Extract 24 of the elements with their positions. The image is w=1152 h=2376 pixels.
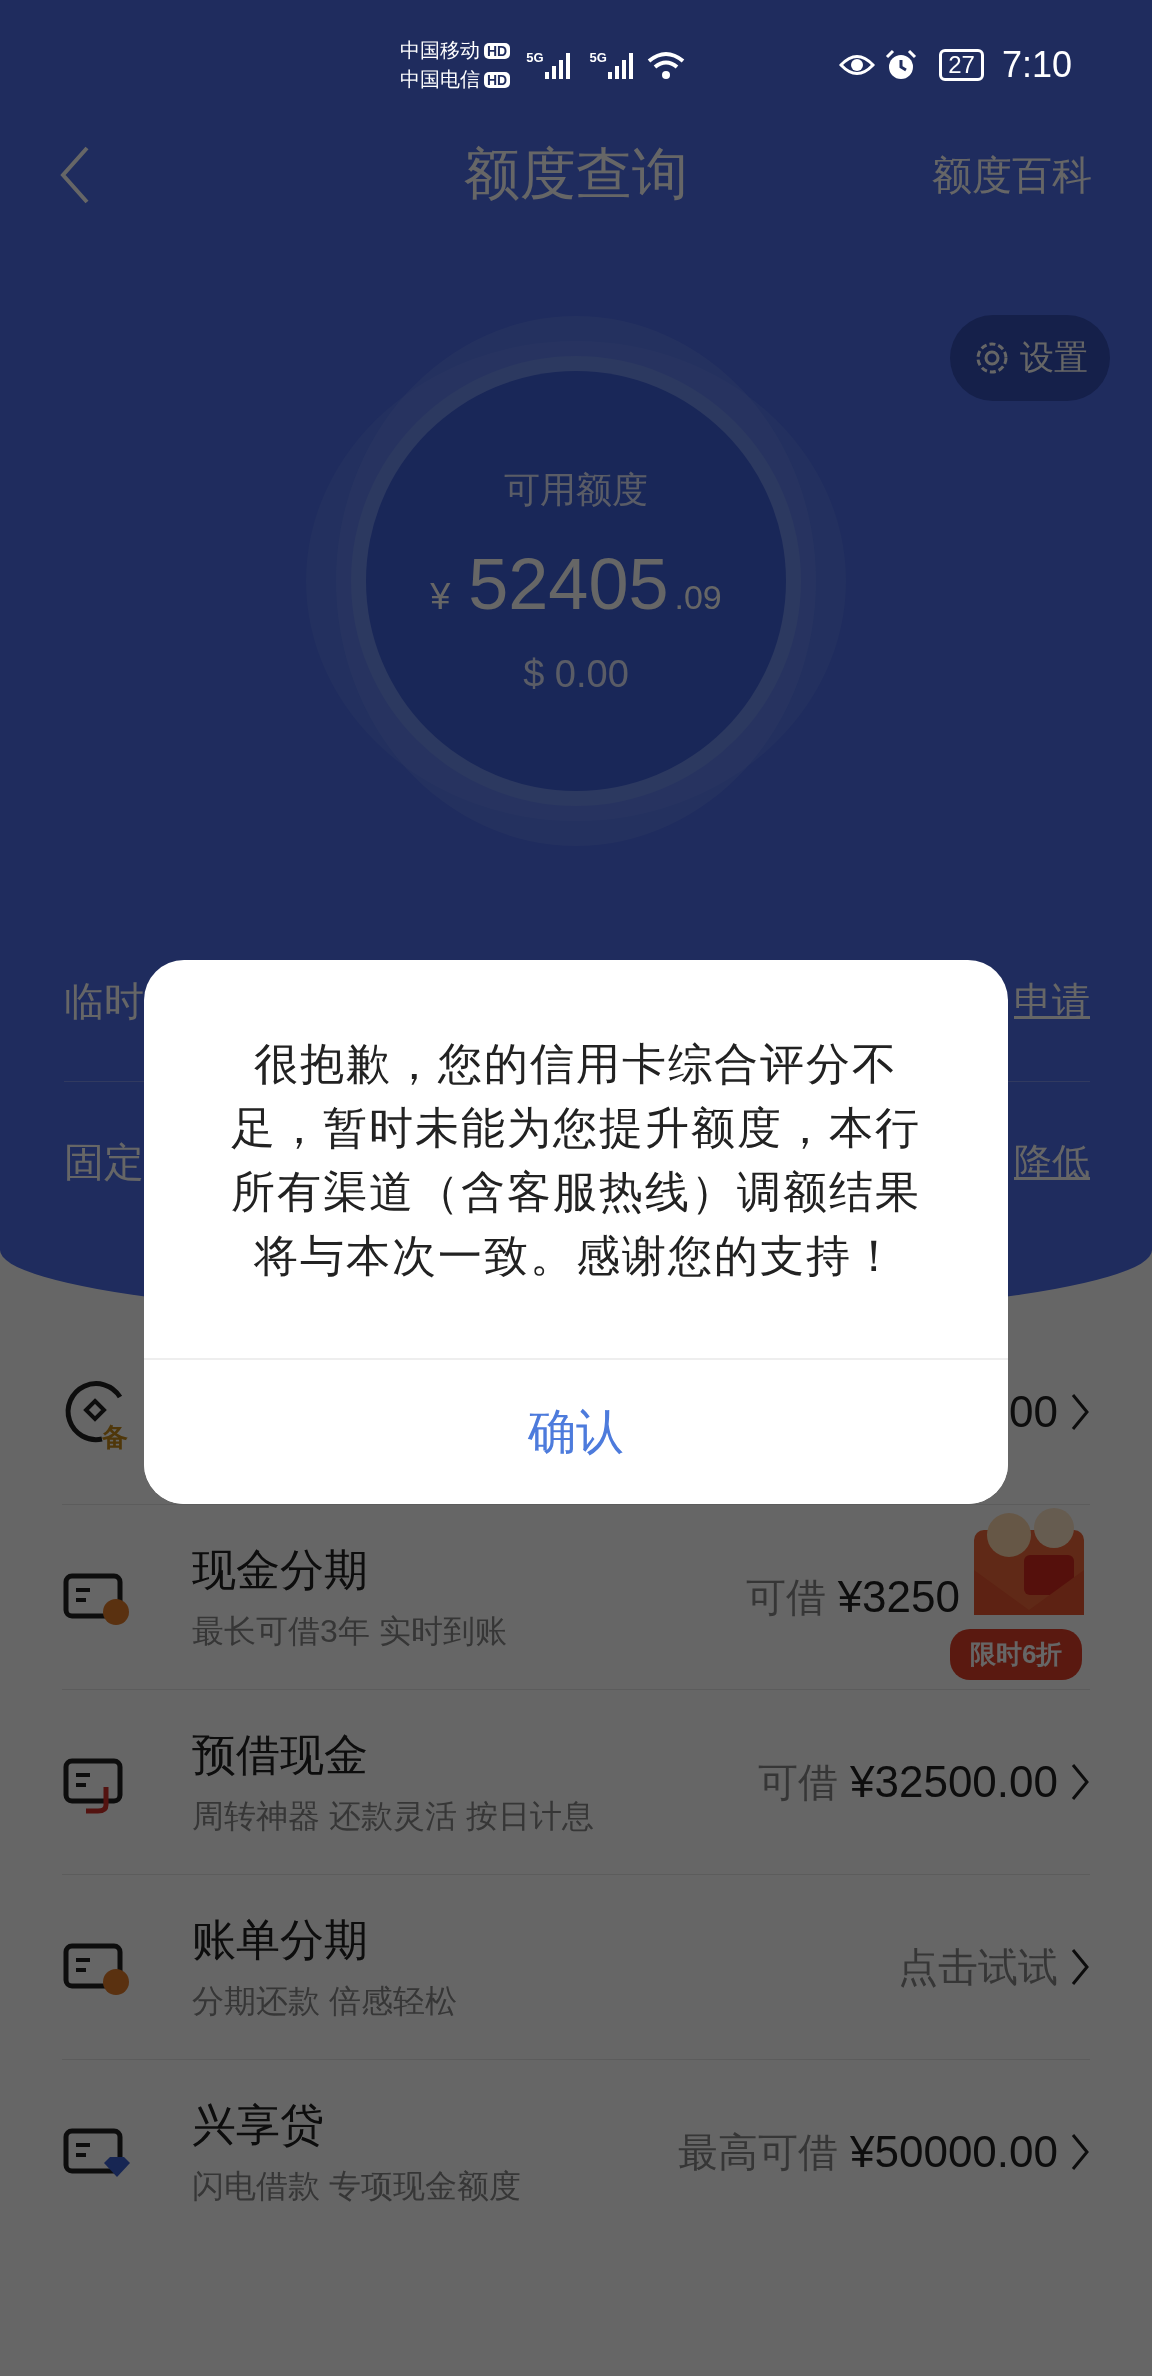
limit-decimal: .09	[674, 578, 722, 617]
service-title: 现金分期	[192, 1543, 369, 1596]
service-amount: 00	[1009, 1387, 1058, 1437]
currency-sign: ¥	[430, 576, 451, 618]
service-amount: ¥32500.00	[850, 1757, 1058, 1807]
service-title: 账单分期	[192, 1913, 369, 1966]
carrier-name: 中国电信	[400, 67, 480, 92]
discount-tag: 限时6折	[950, 1629, 1083, 1680]
limit-type-label: 固定	[64, 1138, 144, 1186]
network-label: 5G	[589, 50, 607, 65]
limit-type-label: 临时	[64, 977, 144, 1025]
carrier-name: 中国移动	[400, 38, 480, 63]
network-label: 5G	[526, 50, 544, 65]
service-title: 兴享贷	[192, 2098, 325, 2151]
available-limit-label: 可用额度	[504, 468, 648, 512]
reserve-label: 备	[102, 1421, 128, 1454]
limit-amount: 52405	[468, 543, 669, 625]
service-amount: ¥50000.00	[850, 2127, 1058, 2177]
service-title: 预借现金	[192, 1728, 369, 1781]
service-amount: ¥3250	[837, 1572, 960, 1622]
battery-level: 27	[948, 51, 975, 78]
clock-time: 7:10	[1001, 44, 1072, 86]
page-title: 额度查询	[464, 141, 688, 207]
usd-limit: $ 0.00	[523, 653, 629, 696]
